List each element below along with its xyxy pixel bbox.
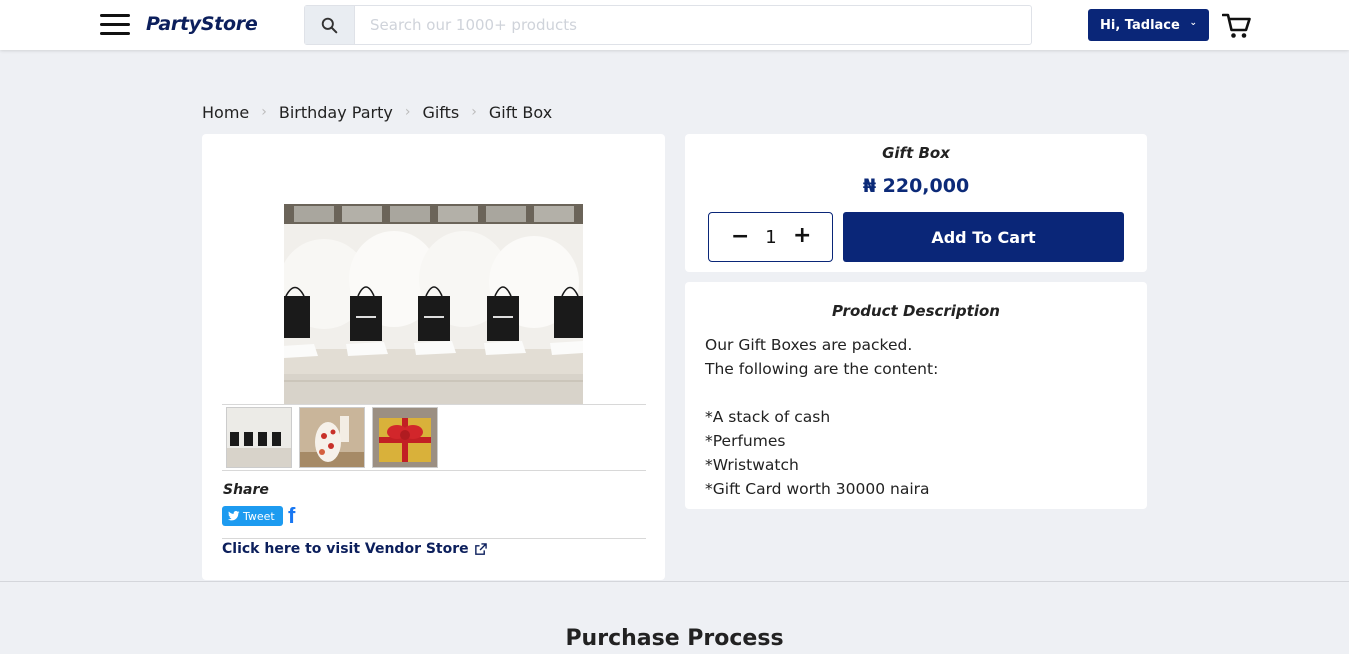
description-body: Our Gift Boxes are packed. The following…	[705, 333, 938, 501]
tweet-button[interactable]: Tweet	[222, 506, 283, 526]
chevron-down-icon: ⌄	[1189, 18, 1197, 28]
breadcrumb-home[interactable]: Home	[202, 103, 249, 122]
vendor-store-link-label: Click here to visit Vendor Store	[222, 541, 469, 557]
breadcrumb: Home › Birthday Party › Gifts › Gift Box	[202, 102, 552, 122]
external-link-icon	[474, 542, 487, 555]
quantity-stepper: − 1 +	[708, 212, 833, 262]
section-divider	[0, 581, 1349, 582]
vendor-store-link[interactable]: Click here to visit Vendor Store	[222, 541, 487, 557]
search-bar	[304, 5, 1032, 45]
thumbnail-1[interactable]	[226, 407, 292, 468]
cart-icon	[1221, 13, 1251, 38]
divider	[222, 404, 646, 405]
user-greeting: Hi, Tadlace	[1100, 17, 1180, 33]
breadcrumb-gifts[interactable]: Gifts	[422, 103, 459, 122]
divider	[222, 538, 646, 539]
purchase-process-heading: Purchase Process	[565, 626, 784, 651]
product-description-card: Product Description Our Gift Boxes are p…	[685, 282, 1147, 509]
product-purchase-card: Gift Box ₦ 220,000 − 1 + Add To Cart	[685, 134, 1147, 272]
hamburger-menu-icon[interactable]	[100, 14, 130, 36]
quantity-value[interactable]: 1	[761, 227, 781, 248]
breadcrumb-birthday-party[interactable]: Birthday Party	[279, 103, 393, 122]
cart-button[interactable]	[1221, 12, 1252, 40]
description-line: Our Gift Boxes are packed.	[705, 336, 913, 354]
description-line: *Perfumes	[705, 432, 786, 450]
product-title: Gift Box	[882, 144, 950, 162]
breadcrumb-separator: ›	[404, 104, 411, 120]
breadcrumb-current: Gift Box	[488, 102, 553, 122]
description-title: Product Description	[832, 302, 1000, 320]
description-line: The following are the content:	[705, 360, 939, 378]
search-button[interactable]	[305, 6, 355, 44]
thumbnail-2[interactable]	[299, 407, 365, 468]
share-label: Share	[223, 482, 269, 498]
product-price: ₦ 220,000	[862, 175, 970, 197]
breadcrumb-separator: ›	[261, 104, 267, 120]
divider	[222, 470, 646, 471]
product-main-image	[284, 204, 583, 404]
user-menu-button[interactable]: Hi, Tadlace ⌄	[1088, 9, 1209, 41]
product-gallery-card: Share Tweet f Click here to visit Vendor…	[202, 134, 665, 580]
search-icon	[321, 17, 338, 33]
quantity-increase-button[interactable]: +	[793, 225, 811, 247]
top-navbar: PartyStore Hi, Tadlace ⌄	[0, 0, 1349, 50]
search-input[interactable]	[357, 6, 1029, 44]
description-line	[705, 381, 938, 405]
quantity-decrease-button[interactable]: −	[731, 226, 749, 248]
description-line: *A stack of cash	[705, 408, 831, 426]
tweet-label: Tweet	[243, 509, 275, 523]
site-logo[interactable]: PartyStore	[146, 13, 258, 35]
breadcrumb-separator: ›	[471, 104, 477, 120]
facebook-icon[interactable]: f	[288, 505, 302, 527]
description-line: *Wristwatch	[705, 456, 799, 474]
description-line: *Gift Card worth 30000 naira	[705, 480, 930, 498]
twitter-bird-icon	[228, 511, 240, 521]
thumbnail-3[interactable]	[372, 407, 438, 468]
add-to-cart-button[interactable]: Add To Cart	[843, 212, 1124, 262]
